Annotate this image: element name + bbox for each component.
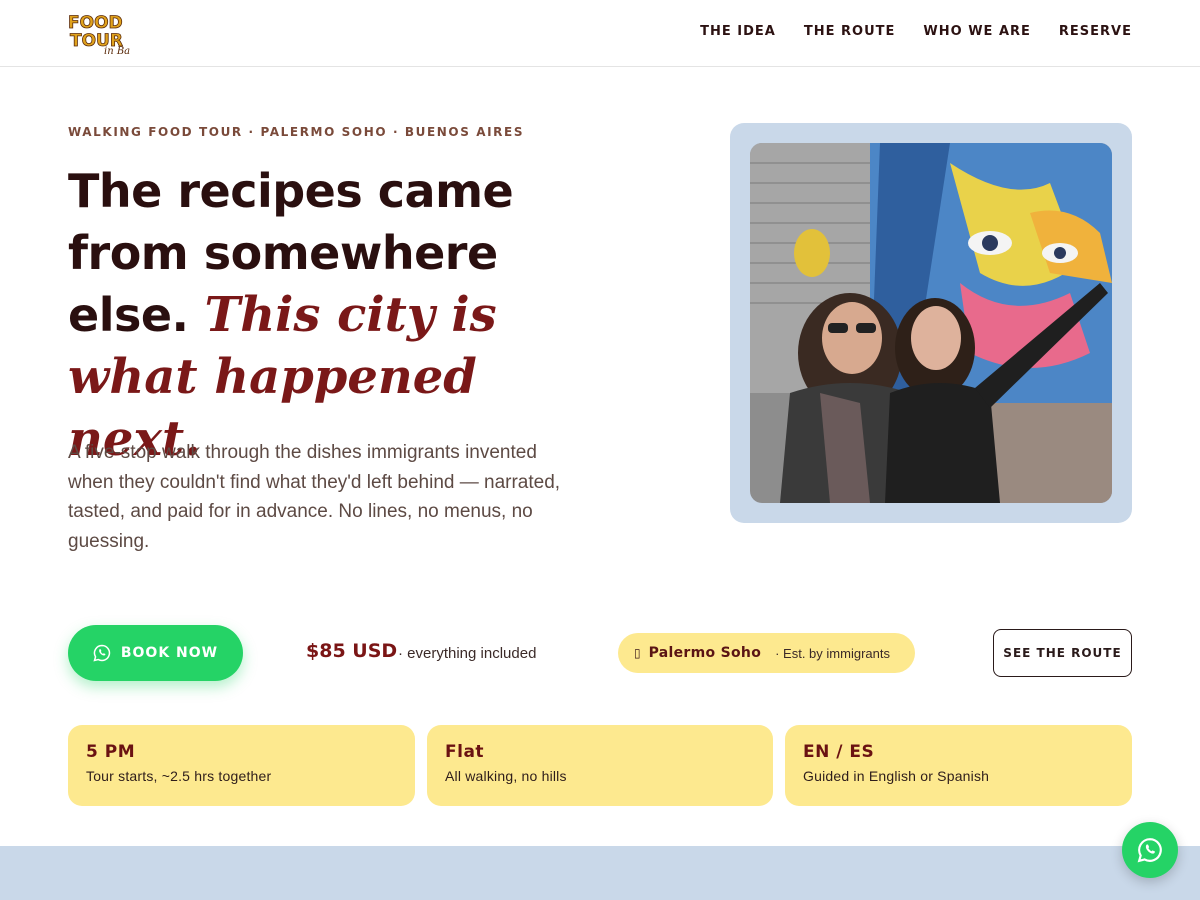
see-the-route-button[interactable]: SEE THE ROUTE xyxy=(993,629,1132,677)
whatsapp-icon xyxy=(93,644,111,662)
hero-eyebrow: WALKING FOOD TOUR · PALERMO SOHO · BUENO… xyxy=(68,125,525,139)
hero-headline: The recipes came from somewhere else. Th… xyxy=(68,160,588,470)
photo-frame xyxy=(730,123,1132,523)
food-tour-logo[interactable]: FOOD TOUR in Ba xyxy=(66,8,140,58)
feature-subtitle: Tour starts, ~2.5 hrs together xyxy=(86,768,272,784)
location-note: · Est. by immigrants xyxy=(775,645,890,661)
next-section-band xyxy=(0,846,1200,900)
book-now-button[interactable]: BOOK NOW xyxy=(68,625,243,681)
feature-title: EN / ES xyxy=(803,742,875,762)
location-pill: ▯ Palermo Soho · Est. by immigrants xyxy=(618,633,915,673)
selfie-photo-image xyxy=(750,143,1112,503)
feature-subtitle: All walking, no hills xyxy=(445,768,567,784)
pin-icon: ▯ xyxy=(634,646,641,660)
location-name: Palermo Soho xyxy=(648,645,762,661)
feature-card-start-time: 5 PM Tour starts, ~2.5 hrs together xyxy=(68,725,415,806)
feature-card-terrain: Flat All walking, no hills xyxy=(427,725,773,806)
price-note: · everything included xyxy=(398,645,537,662)
svg-text:in Ba: in Ba xyxy=(104,46,130,57)
site-header: FOOD TOUR in Ba THE IDEA THE ROUTE WHO W… xyxy=(0,0,1200,67)
whatsapp-float-button[interactable] xyxy=(1122,822,1178,878)
svg-text:FOOD: FOOD xyxy=(68,13,123,33)
nav-who-we-are[interactable]: WHO WE ARE xyxy=(923,24,1031,39)
feature-card-language: EN / ES Guided in English or Spanish xyxy=(785,725,1132,806)
hero-photo xyxy=(750,143,1112,503)
book-now-label: BOOK NOW xyxy=(120,645,219,661)
whatsapp-icon xyxy=(1137,838,1162,863)
price: $85 USD xyxy=(306,640,398,662)
feature-title: Flat xyxy=(445,742,485,762)
nav-the-idea[interactable]: THE IDEA xyxy=(700,24,776,39)
feature-title: 5 PM xyxy=(86,742,136,762)
main-nav: THE IDEA THE ROUTE WHO WE ARE RESERVE xyxy=(700,24,1132,39)
feature-subtitle: Guided in English or Spanish xyxy=(803,768,990,784)
nav-reserve[interactable]: RESERVE xyxy=(1059,24,1132,39)
hero-intro: A five-stop walk through the dishes immi… xyxy=(68,442,561,552)
nav-the-route[interactable]: THE ROUTE xyxy=(804,24,896,39)
